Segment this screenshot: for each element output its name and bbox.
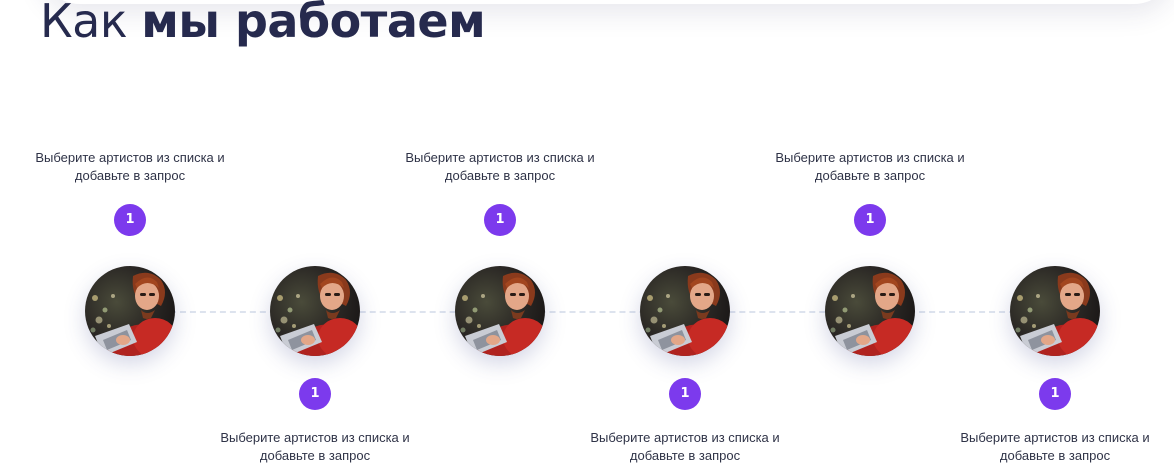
step-number-badge: 1 — [854, 204, 886, 236]
step-caption: Выберите артистов из списка и добавьте в… — [775, 150, 965, 183]
step-caption: Выберите артистов из списка и добавьте в… — [960, 430, 1150, 463]
step-photo — [85, 266, 175, 356]
step-photo — [270, 266, 360, 356]
step-number-badge: 1 — [484, 204, 516, 236]
section-title-regular: Как — [40, 0, 128, 48]
step-caption: Выберите артистов из списка и добавьте в… — [405, 150, 595, 183]
step-number-badge: 1 — [669, 378, 701, 410]
step-photo — [1010, 266, 1100, 356]
step-caption: Выберите артистов из списка и добавьте в… — [35, 150, 225, 183]
section-title-bold: мы работаем — [141, 0, 486, 48]
step-number-badge: 1 — [299, 378, 331, 410]
step-number-badge: 1 — [1039, 378, 1071, 410]
step-photo — [825, 266, 915, 356]
step-photo — [640, 266, 730, 356]
step-photo — [455, 266, 545, 356]
step-number-badge: 1 — [114, 204, 146, 236]
step-caption: Выберите артистов из списка и добавьте в… — [220, 430, 410, 463]
timeline-line — [130, 311, 1055, 313]
step-caption: Выберите артистов из списка и добавьте в… — [590, 430, 780, 463]
section-title: Как мы работаем — [40, 0, 486, 54]
